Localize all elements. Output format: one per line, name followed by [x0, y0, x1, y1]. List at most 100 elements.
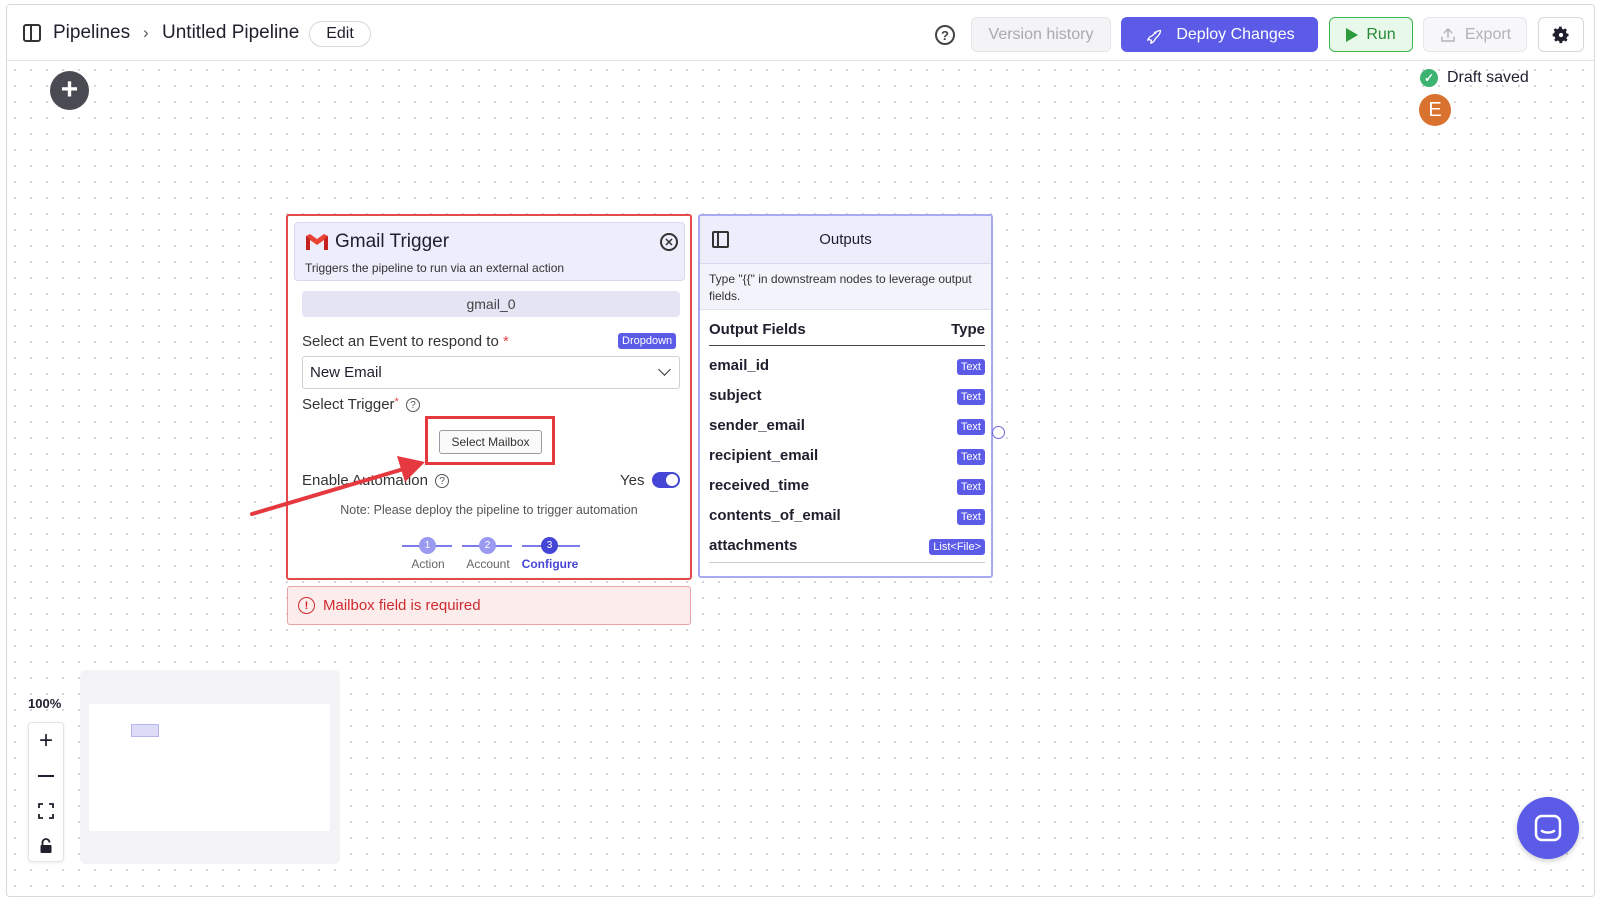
node-id[interactable]: gmail_0: [302, 291, 680, 317]
help-icon[interactable]: ?: [935, 25, 955, 45]
required-marker: *: [502, 333, 509, 350]
event-field-label: Select an Event to respond to *: [302, 333, 509, 350]
output-row[interactable]: subject Text: [709, 387, 985, 411]
deploy-changes-button[interactable]: Deploy Changes: [1121, 17, 1318, 52]
chevron-right-icon: ›: [143, 23, 149, 42]
node-header: Gmail Trigger Triggers the pipeline to r…: [294, 222, 685, 281]
output-type-badge: Text: [956, 389, 985, 405]
output-field-name: sender_email: [709, 417, 805, 434]
rocket-icon: [1147, 29, 1162, 44]
fullscreen-icon: [38, 802, 54, 819]
zoom-controls: +: [28, 722, 64, 862]
fit-view-button[interactable]: [29, 793, 63, 828]
upload-icon: [1441, 27, 1455, 42]
output-row[interactable]: recipient_email Text: [709, 447, 985, 471]
check-circle-icon: ✓: [1420, 69, 1438, 87]
output-connection-handle[interactable]: [992, 426, 1005, 439]
minimap-viewport[interactable]: [89, 704, 330, 831]
output-field-name: email_id: [709, 357, 770, 374]
run-label: Run: [1366, 25, 1396, 43]
col-output-fields: Output Fields: [709, 321, 806, 338]
output-type-badge: Text: [956, 449, 985, 465]
lock-button[interactable]: [29, 828, 63, 863]
required-marker: *: [394, 396, 399, 408]
automation-toggle[interactable]: [652, 472, 680, 488]
trigger-label-text: Select Trigger: [302, 396, 395, 413]
version-history-button[interactable]: Version history: [971, 17, 1111, 52]
select-mailbox-button[interactable]: Select Mailbox: [439, 430, 542, 454]
help-icon[interactable]: ?: [406, 398, 420, 413]
col-type: Type: [951, 321, 985, 338]
step-progress: 1 2 3 Action Account Configure: [392, 536, 592, 576]
deploy-label: Deploy Changes: [1176, 25, 1295, 43]
outputs-title: Outputs: [819, 231, 872, 248]
lock-icon: [40, 837, 52, 853]
version-history-label: Version history: [988, 25, 1094, 43]
export-button[interactable]: Export: [1423, 17, 1527, 52]
minimap-node: [131, 724, 159, 737]
step-2-dot[interactable]: 2: [479, 537, 496, 554]
output-row[interactable]: contents_of_email Text: [709, 507, 985, 531]
output-field-name: received_time: [709, 477, 810, 494]
breadcrumb-pipelines[interactable]: Pipelines: [53, 22, 130, 44]
output-field-name: attachments: [709, 537, 798, 554]
app-window: Pipelines › Untitled Pipeline Edit ? Ver…: [6, 4, 1595, 897]
output-field-name: subject: [709, 387, 762, 404]
output-row[interactable]: received_time Text: [709, 477, 985, 501]
add-node-button[interactable]: +: [50, 71, 89, 110]
output-type-badge: Text: [956, 479, 985, 495]
top-bar: Pipelines › Untitled Pipeline Edit ? Ver…: [7, 5, 1594, 61]
output-field-name: contents_of_email: [709, 507, 841, 524]
output-field-name: recipient_email: [709, 447, 819, 464]
trigger-field-label: Select Trigger* ?: [302, 396, 420, 413]
zoom-level: 100%: [28, 696, 62, 711]
output-type-badge: Text: [956, 359, 985, 375]
close-icon[interactable]: ✕: [660, 233, 678, 251]
output-row[interactable]: attachments List<File>: [709, 537, 985, 561]
outputs-description: Type "{{" in downstream nodes to leverag…: [700, 264, 991, 310]
divider: [709, 562, 985, 563]
gmail-trigger-node[interactable]: Gmail Trigger Triggers the pipeline to r…: [286, 214, 692, 580]
help-icon[interactable]: ?: [435, 474, 450, 489]
step-label-action: Action: [411, 557, 445, 571]
error-banner: ! Mailbox field is required: [287, 586, 691, 625]
zoom-out-button[interactable]: [29, 758, 63, 793]
event-label-text: Select an Event to respond to: [302, 333, 499, 350]
export-label: Export: [1464, 25, 1512, 43]
edit-name-button[interactable]: Edit: [309, 21, 371, 47]
node-subtitle: Triggers the pipeline to run via an exte…: [305, 261, 565, 275]
output-row[interactable]: email_id Text: [709, 357, 985, 381]
output-type-badge: Text: [956, 419, 985, 435]
output-type-badge: Text: [956, 509, 985, 525]
minimap[interactable]: [80, 670, 340, 864]
avatar[interactable]: E: [1419, 94, 1451, 126]
event-select-value: New Email: [310, 364, 382, 381]
step-label-configure: Configure: [521, 557, 579, 571]
annotation-arrow: [250, 456, 425, 516]
outputs-column-headers: Output Fields Type: [709, 321, 985, 346]
settings-button[interactable]: [1538, 17, 1584, 52]
draft-status-label: Draft saved: [1447, 69, 1529, 86]
step-3-dot[interactable]: 3: [541, 537, 558, 554]
event-select[interactable]: New Email: [302, 356, 680, 389]
chevron-down-icon: [658, 363, 671, 376]
output-type-badge: List<File>: [929, 539, 985, 555]
step-label-account: Account: [466, 557, 510, 571]
pipeline-name: Untitled Pipeline: [162, 22, 300, 43]
draft-status: ✓ Draft saved: [1420, 69, 1529, 87]
run-button[interactable]: Run: [1329, 17, 1413, 52]
dropdown-type-badge: Dropdown: [618, 333, 677, 349]
gear-icon: [1552, 26, 1569, 43]
pipeline-canvas[interactable]: + ✓ Draft saved E Gmail Trigger Triggers…: [7, 62, 1594, 896]
sidebar-toggle-icon[interactable]: [23, 24, 41, 42]
output-row[interactable]: sender_email Text: [709, 417, 985, 441]
automation-value: Yes: [620, 472, 645, 489]
chat-support-button[interactable]: [1517, 797, 1579, 859]
error-message: Mailbox field is required: [323, 597, 481, 614]
outputs-panel: Outputs Type "{{" in downstream nodes to…: [698, 214, 993, 578]
minus-icon: [38, 774, 54, 777]
step-1-dot[interactable]: 1: [419, 537, 436, 554]
alert-circle-icon: !: [298, 597, 315, 614]
zoom-in-button[interactable]: +: [29, 723, 63, 758]
chat-icon: [1534, 814, 1562, 842]
